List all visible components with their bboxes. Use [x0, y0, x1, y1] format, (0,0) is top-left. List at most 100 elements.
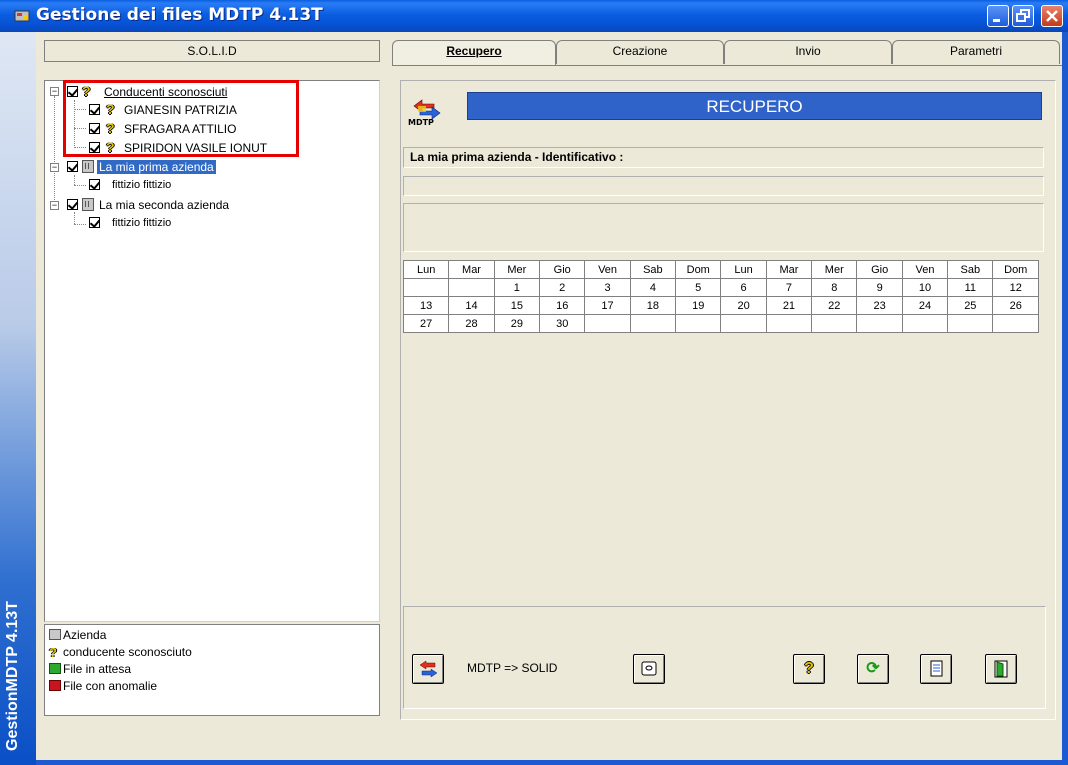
calendar-day-cell[interactable]: 18: [629, 296, 677, 315]
side-strip: GestionMDTP 4.13T: [0, 32, 36, 765]
calendar-day-cell[interactable]: [720, 314, 767, 333]
calendar-day-cell[interactable]: 13: [402, 296, 450, 315]
page-title: RECUPERO: [467, 92, 1042, 120]
checkbox-checked[interactable]: [89, 179, 100, 190]
collapse-toggle[interactable]: −: [50, 163, 59, 172]
calendar-day-cell[interactable]: 26: [992, 296, 1039, 315]
calendar-day-cell[interactable]: 6: [720, 278, 767, 297]
calendar-day-cell[interactable]: 28: [448, 314, 495, 333]
legend-label: File con anomalie: [63, 679, 158, 693]
calendar-day-header: Gio: [856, 260, 903, 279]
calendar-day-cell[interactable]: 10: [901, 278, 949, 297]
calendar-day-cell[interactable]: 16: [539, 296, 586, 315]
calendar-day-cell[interactable]: 20: [720, 296, 767, 315]
calendar-day-cell[interactable]: 9: [856, 278, 903, 297]
calendar-day-cell[interactable]: 29: [493, 314, 541, 333]
calendar-day-cell[interactable]: 4: [629, 278, 677, 297]
calendar-day-cell[interactable]: 22: [811, 296, 858, 315]
calendar-day-cell[interactable]: [947, 314, 994, 333]
calendar-day-cell[interactable]: 24: [901, 296, 949, 315]
calendar-day-cell[interactable]: [448, 278, 495, 297]
minimize-button[interactable]: [987, 5, 1009, 27]
legend-item: ? conducente sconosciuto: [49, 644, 192, 660]
calendar-day-cell[interactable]: 7: [765, 278, 813, 297]
title-bar: Gestione dei files MDTP 4.13T: [0, 0, 1068, 32]
calendar-day-cell[interactable]: 27: [402, 314, 450, 333]
document-button[interactable]: [920, 654, 952, 684]
building-icon: [82, 198, 94, 211]
help-button[interactable]: ?: [793, 654, 825, 684]
card-button[interactable]: [633, 654, 665, 684]
unknown-driver-icon: ?: [49, 645, 57, 660]
checkbox-checked[interactable]: [67, 161, 78, 172]
transfer-button[interactable]: [412, 654, 444, 684]
calendar-day-header: Mar: [448, 260, 495, 279]
calendar-day-cell[interactable]: 17: [584, 296, 631, 315]
tab-invio[interactable]: Invio: [724, 40, 892, 64]
calendar-header-row: Lun Mar Mer Gio Ven Sab Dom Lun Mar Mer Gio Ven Sab D…: [402, 260, 1039, 279]
collapse-toggle[interactable]: −: [50, 87, 59, 96]
mdtp-logo-label: MDTP: [408, 118, 434, 127]
tree-node-driver[interactable]: fittizio fittizio: [112, 177, 171, 193]
calendar-day-cell[interactable]: [856, 314, 903, 333]
tab-label: Recupero: [446, 44, 502, 58]
tree-node-driver[interactable]: fittizio fittizio: [112, 215, 171, 231]
help-icon: ?: [804, 660, 814, 677]
calendar-day-header: Mer: [811, 260, 858, 279]
tab-label: Invio: [795, 44, 821, 58]
calendar-day-cell[interactable]: 1: [493, 278, 541, 297]
calendar-day-header: Lun: [402, 260, 450, 279]
legend-label: conducente sconosciuto: [63, 645, 192, 659]
info-box[interactable]: [403, 203, 1044, 252]
calendar-day-cell[interactable]: 12: [992, 278, 1039, 297]
tree-node-label: La mia prima azienda: [97, 160, 216, 174]
calendar-day-cell[interactable]: [901, 314, 949, 333]
calendar-week-row: 1 2 3 4 5 6 7 8 9 10 11 12: [402, 278, 1039, 297]
calendar-day-cell[interactable]: [629, 314, 677, 333]
calendar-day-cell[interactable]: 11: [947, 278, 994, 297]
calendar-day-cell[interactable]: 14: [448, 296, 495, 315]
calendar-day-cell[interactable]: 5: [675, 278, 722, 297]
calendar-day-cell[interactable]: 25: [947, 296, 994, 315]
tab-label: Creazione: [612, 44, 668, 58]
tree-node-company[interactable]: La mia seconda azienda: [99, 197, 229, 213]
calendar-day-cell[interactable]: [675, 314, 722, 333]
restore-button[interactable]: [1012, 5, 1034, 27]
calendar-day-cell[interactable]: [811, 314, 858, 333]
legend-label: Azienda: [63, 628, 107, 642]
close-button[interactable]: [1041, 5, 1063, 27]
calendar-day-cell[interactable]: 2: [539, 278, 586, 297]
calendar-day-header: Sab: [947, 260, 994, 279]
calendar-day-cell[interactable]: [992, 314, 1039, 333]
exit-button[interactable]: [985, 654, 1017, 684]
calendar-day-cell[interactable]: [584, 314, 631, 333]
identifier-field[interactable]: [403, 176, 1044, 196]
collapse-toggle[interactable]: −: [50, 201, 59, 210]
calendar-table[interactable]: Lun Mar Mer Gio Ven Sab Dom Lun Mar Mer Gio Ven Sab D…: [402, 260, 1039, 333]
calendar-day-cell[interactable]: [402, 278, 450, 297]
close-icon: [1046, 10, 1058, 22]
exit-door-icon: [994, 660, 1008, 678]
tab-recupero[interactable]: Recupero: [392, 40, 556, 66]
calendar-day-cell[interactable]: 23: [856, 296, 903, 315]
calendar-day-cell[interactable]: 8: [811, 278, 858, 297]
legend-label: File in attesa: [63, 662, 132, 676]
tab-parametri[interactable]: Parametri: [892, 40, 1060, 64]
building-icon: [82, 160, 94, 173]
checkbox-checked[interactable]: [89, 217, 100, 228]
tree-line: [74, 224, 86, 225]
calendar-day-cell[interactable]: 15: [493, 296, 541, 315]
calendar-day-cell[interactable]: 21: [765, 296, 813, 315]
solid-header-button[interactable]: S.O.L.I.D: [44, 40, 380, 62]
calendar-day-cell[interactable]: [765, 314, 813, 333]
tree-line: [74, 185, 86, 186]
calendar-day-cell[interactable]: 3: [584, 278, 631, 297]
checkbox-checked[interactable]: [67, 199, 78, 210]
refresh-button[interactable]: ⟳: [857, 654, 889, 684]
calendar-day-cell[interactable]: 19: [675, 296, 722, 315]
tab-creazione[interactable]: Creazione: [556, 40, 724, 64]
document-icon: [930, 660, 943, 677]
calendar-day-cell[interactable]: 30: [539, 314, 586, 333]
tree-node-company[interactable]: La mia prima azienda: [97, 159, 216, 175]
window-border-right: [1062, 32, 1068, 765]
